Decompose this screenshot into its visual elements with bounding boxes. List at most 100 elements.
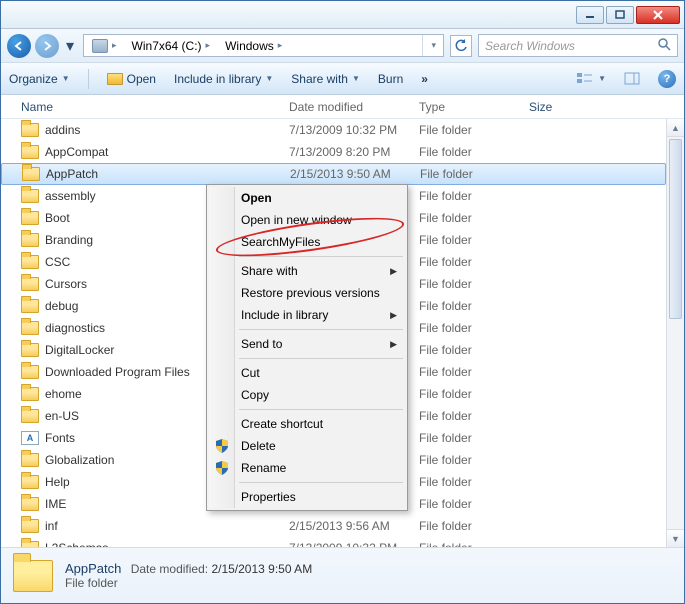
ctx-cut[interactable]: Cut [209, 362, 405, 384]
file-date: 2/15/2013 9:56 AM [281, 519, 411, 533]
file-type: File folder [411, 519, 521, 533]
folder-icon [21, 321, 39, 335]
preview-pane-toggle[interactable] [624, 72, 640, 86]
folder-icon [21, 123, 39, 137]
organize-menu[interactable]: Organize▼ [9, 72, 70, 86]
file-name: Boot [45, 211, 70, 225]
navbar: ▾ ▸ Win7x64 (C:)▸ Windows▸ ▾ Search Wind… [1, 29, 684, 63]
search-input[interactable]: Search Windows [478, 34, 678, 57]
breadcrumb-folder[interactable]: Windows [225, 39, 274, 53]
ctx-open[interactable]: Open [209, 187, 405, 209]
file-name: Branding [45, 233, 93, 247]
file-type: File folder [411, 387, 521, 401]
col-name[interactable]: Name [1, 100, 281, 114]
explorer-window: ▾ ▸ Win7x64 (C:)▸ Windows▸ ▾ Search Wind… [0, 0, 685, 604]
folder-icon [21, 409, 39, 423]
breadcrumb-drive[interactable]: Win7x64 (C:) [132, 39, 202, 53]
ctx-restore-versions[interactable]: Restore previous versions [209, 282, 405, 304]
file-name: assembly [45, 189, 96, 203]
file-name: inf [45, 519, 58, 533]
table-row[interactable]: addins7/13/2009 10:32 PMFile folder [1, 119, 666, 141]
share-with-menu[interactable]: Share with▼ [291, 72, 360, 86]
toolbar-overflow[interactable]: » [421, 72, 428, 86]
file-date: 2/15/2013 9:50 AM [282, 167, 412, 181]
forward-button[interactable] [35, 34, 59, 58]
col-date[interactable]: Date modified [281, 100, 411, 114]
ctx-copy[interactable]: Copy [209, 384, 405, 406]
scroll-thumb[interactable] [669, 139, 682, 319]
ctx-create-shortcut[interactable]: Create shortcut [209, 413, 405, 435]
refresh-button[interactable] [450, 35, 472, 57]
minimize-button[interactable] [576, 6, 604, 24]
folder-icon [21, 519, 39, 533]
folder-icon [21, 541, 39, 547]
submenu-arrow-icon: ▶ [390, 266, 397, 277]
toolbar: Organize▼ Open Include in library▼ Share… [1, 63, 684, 95]
ctx-delete[interactable]: Delete [209, 435, 405, 457]
breadcrumb[interactable]: ▸ Win7x64 (C:)▸ Windows▸ ▾ [83, 34, 444, 57]
file-name: en-US [45, 409, 79, 423]
table-row[interactable]: L2Schemas7/13/2009 10:32 PMFile folder [1, 537, 666, 547]
file-name: diagnostics [45, 321, 105, 335]
view-options[interactable]: ▼ [576, 72, 606, 86]
file-name: ehome [45, 387, 82, 401]
back-button[interactable] [7, 34, 31, 58]
file-type: File folder [411, 365, 521, 379]
titlebar [1, 1, 684, 29]
ctx-open-new-window[interactable]: Open in new window [209, 209, 405, 231]
open-button[interactable]: Open [107, 72, 156, 86]
details-pane: AppPatch Date modified: 2/15/2013 9:50 A… [1, 547, 684, 603]
column-headers[interactable]: Name Date modified Type Size [1, 95, 684, 119]
scroll-up-button[interactable]: ▲ [667, 119, 684, 137]
search-icon [657, 37, 671, 54]
shield-icon [215, 439, 229, 453]
ctx-rename[interactable]: Rename [209, 457, 405, 479]
folder-icon [21, 255, 39, 269]
close-button[interactable] [636, 6, 680, 24]
file-type: File folder [411, 123, 521, 137]
file-type: File folder [411, 211, 521, 225]
file-type: File folder [411, 145, 521, 159]
burn-button[interactable]: Burn [378, 72, 403, 86]
details-type: File folder [65, 576, 312, 590]
table-row[interactable]: AppCompat7/13/2009 8:20 PMFile folder [1, 141, 666, 163]
ctx-send-to[interactable]: Send to▶ [209, 333, 405, 355]
context-menu: Open Open in new window SearchMyFiles Sh… [206, 184, 408, 511]
file-name: Fonts [45, 431, 75, 445]
include-library-menu[interactable]: Include in library▼ [174, 72, 273, 86]
scroll-down-button[interactable]: ▼ [667, 529, 684, 547]
file-type: File folder [411, 277, 521, 291]
file-type: File folder [411, 255, 521, 269]
open-icon [107, 73, 123, 85]
ctx-share-with[interactable]: Share with▶ [209, 260, 405, 282]
file-type: File folder [411, 189, 521, 203]
folder-icon [13, 560, 53, 592]
maximize-button[interactable] [606, 6, 634, 24]
submenu-arrow-icon: ▶ [390, 339, 397, 350]
file-type: File folder [411, 409, 521, 423]
table-row[interactable]: AppPatch2/15/2013 9:50 AMFile folder [1, 163, 666, 185]
file-type: File folder [411, 233, 521, 247]
ctx-searchmyfiles[interactable]: SearchMyFiles [209, 231, 405, 253]
file-type: File folder [412, 167, 522, 181]
search-placeholder: Search Windows [485, 39, 575, 53]
file-date: 7/13/2009 10:32 PM [281, 541, 411, 547]
history-dropdown[interactable]: ▾ [63, 34, 77, 58]
file-name: Cursors [45, 277, 87, 291]
folder-icon [21, 365, 39, 379]
file-name: debug [45, 299, 78, 313]
help-button[interactable]: ? [658, 70, 676, 88]
col-size[interactable]: Size [521, 100, 684, 114]
details-modified-value: 2/15/2013 9:50 AM [211, 562, 312, 576]
file-name: DigitalLocker [45, 343, 114, 357]
file-type: File folder [411, 299, 521, 313]
file-name: L2Schemas [45, 541, 108, 547]
vertical-scrollbar[interactable]: ▲ ▼ [666, 119, 684, 547]
ctx-properties[interactable]: Properties [209, 486, 405, 508]
col-type[interactable]: Type [411, 100, 521, 114]
ctx-include-library[interactable]: Include in library▶ [209, 304, 405, 326]
file-name: IME [45, 497, 66, 511]
table-row[interactable]: inf 2/15/2013 9:56 AMFile folder [1, 515, 666, 537]
file-name: addins [45, 123, 80, 137]
folder-icon [21, 497, 39, 511]
